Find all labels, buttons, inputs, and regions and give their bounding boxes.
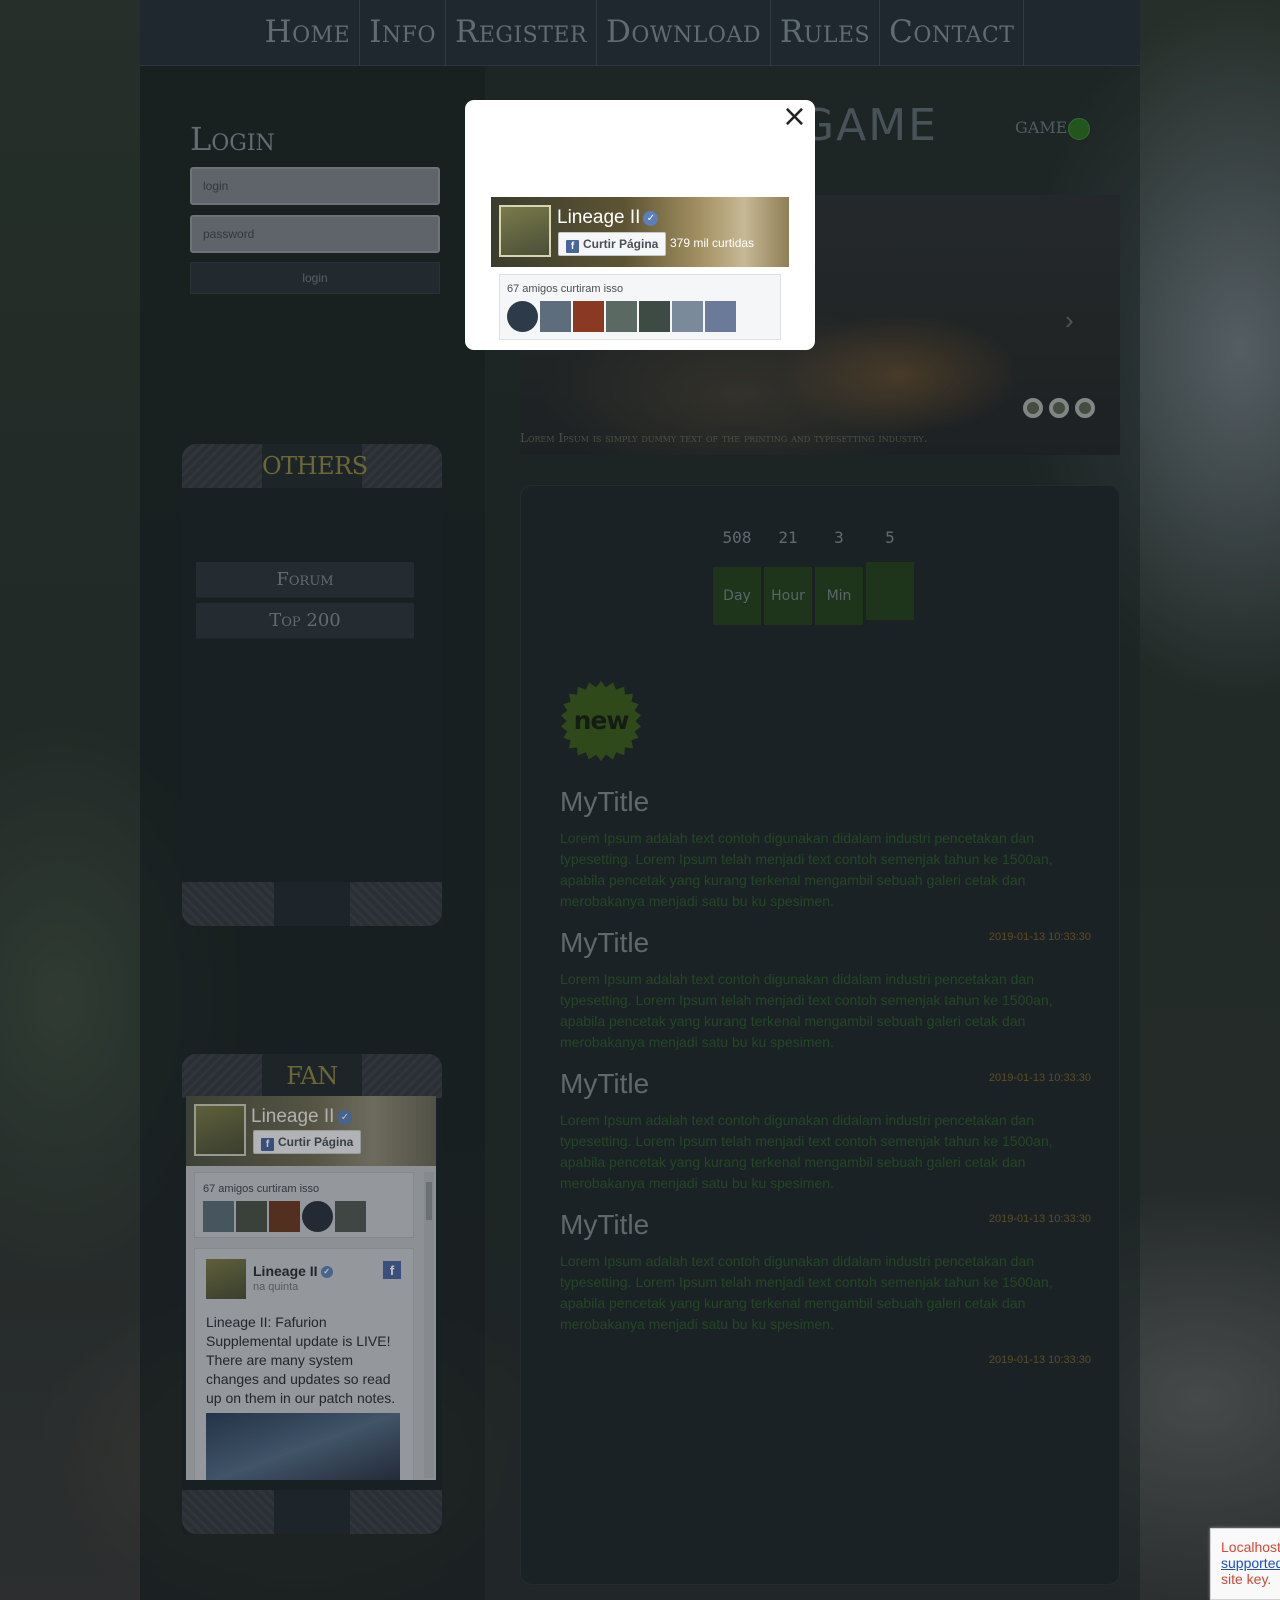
verified-icon: ✓ [643, 211, 659, 226]
recaptcha-link[interactable]: supported [1221, 1555, 1280, 1571]
friend-avatar[interactable] [573, 301, 604, 332]
fb-likes-count: 379 mil curtidas [670, 236, 755, 250]
fb-page-avatar[interactable] [499, 205, 551, 257]
friend-avatar[interactable] [540, 301, 571, 332]
friend-avatar[interactable] [507, 301, 538, 332]
recaptcha-text: Localhost [1221, 1539, 1280, 1555]
fb-friends-card: 67 amigos curtiram isso [499, 274, 781, 340]
fb-page-name[interactable]: Lineage II [557, 207, 640, 228]
recaptcha-text: site key. [1221, 1571, 1272, 1587]
facebook-modal: × Lineage II ✓ f Curtir Página 379 mil cur… [465, 100, 815, 350]
friend-avatar[interactable] [606, 301, 637, 332]
fb-like-button[interactable]: f Curtir Página [558, 232, 667, 256]
recaptcha-notice: Localhost supported site key. [1210, 1528, 1280, 1600]
fb-friends-text: 67 amigos curtiram isso [507, 283, 624, 295]
friend-avatar[interactable] [672, 301, 703, 332]
fb-friend-avatars [507, 301, 736, 332]
facebook-icon: f [566, 240, 579, 253]
close-icon[interactable]: × [782, 102, 807, 132]
friend-avatar[interactable] [705, 301, 736, 332]
fb-cover-image[interactable]: Lineage II ✓ f Curtir Página 379 mil curti… [491, 197, 789, 267]
friend-avatar[interactable] [639, 301, 670, 332]
